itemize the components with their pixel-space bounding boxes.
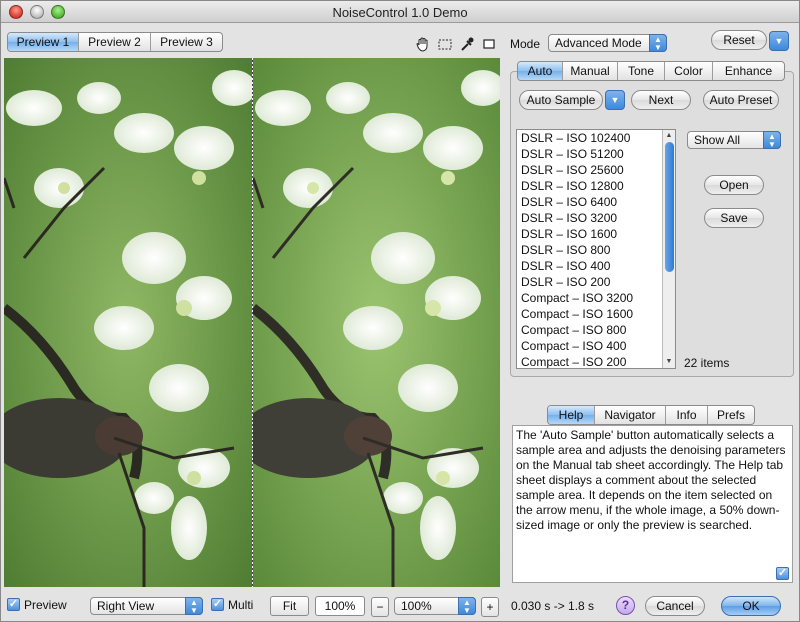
help-text: The 'Auto Sample' button automatically s… xyxy=(516,428,786,532)
fit-button[interactable]: Fit xyxy=(270,596,309,616)
tab-manual[interactable]: Manual xyxy=(563,62,618,80)
reset-button[interactable]: Reset xyxy=(711,30,767,50)
open-button[interactable]: Open xyxy=(704,175,764,195)
list-item[interactable]: Compact – ISO 400 xyxy=(517,338,675,354)
filter-select[interactable]: Show All ▲ ▼ xyxy=(687,131,781,149)
ok-button[interactable]: OK xyxy=(721,596,781,616)
list-item[interactable]: DSLR – ISO 51200 xyxy=(517,146,675,162)
list-item[interactable]: DSLR – ISO 200 xyxy=(517,274,675,290)
popup-arrows-icon: ▲ ▼ xyxy=(763,131,781,149)
compare-frame-icon[interactable] xyxy=(481,36,497,52)
preview-original-image xyxy=(4,58,252,587)
view-select-value: Right View xyxy=(97,599,155,613)
tab-info[interactable]: Info xyxy=(666,406,708,424)
auto-sample-button[interactable]: Auto Sample xyxy=(519,90,603,110)
eyedropper-icon[interactable] xyxy=(459,36,475,52)
marquee-select-icon[interactable] xyxy=(437,36,453,52)
list-item[interactable]: DSLR – ISO 12800 xyxy=(517,178,675,194)
view-select[interactable]: Right View ▲ ▼ xyxy=(90,597,203,615)
popup-arrows-icon: ▲ ▼ xyxy=(458,597,476,615)
help-question-icon[interactable]: ? xyxy=(616,596,635,615)
zoom-in-button[interactable]: + xyxy=(481,597,499,617)
preview-tabs: Preview 1 Preview 2 Preview 3 xyxy=(7,32,223,52)
mode-label: Mode xyxy=(510,37,541,51)
scroll-up-icon[interactable]: ▲ xyxy=(663,130,675,142)
tab-prefs[interactable]: Prefs xyxy=(708,406,754,424)
split-divider[interactable] xyxy=(252,58,253,587)
popup-arrows-icon: ▲ ▼ xyxy=(185,597,203,615)
zoom-readout: 100% xyxy=(315,596,365,616)
zoom-select[interactable]: 100% ▲ ▼ xyxy=(394,597,476,615)
item-count: 22 items xyxy=(684,356,730,370)
preview-checkbox[interactable]: ✓ xyxy=(7,598,20,611)
tab-preview-3[interactable]: Preview 3 xyxy=(151,33,222,51)
list-item[interactable]: DSLR – ISO 3200 xyxy=(517,210,675,226)
list-item[interactable]: Compact – ISO 1600 xyxy=(517,306,675,322)
app-window: NoiseControl 1.0 Demo Preview 1 Preview … xyxy=(0,0,800,622)
tab-preview-2[interactable]: Preview 2 xyxy=(79,33,151,51)
zoom-out-button[interactable]: − xyxy=(371,597,389,617)
multi-checkbox-label: Multi xyxy=(228,598,254,612)
preview-checkbox-label: Preview xyxy=(24,598,67,612)
cancel-button[interactable]: Cancel xyxy=(645,596,705,616)
popup-arrows-icon: ▲ ▼ xyxy=(649,34,667,52)
list-item[interactable]: DSLR – ISO 6400 xyxy=(517,194,675,210)
list-scrollbar[interactable]: ▲ ▼ xyxy=(662,130,675,368)
list-item[interactable]: DSLR – ISO 1600 xyxy=(517,226,675,242)
list-item[interactable]: Compact – ISO 200 xyxy=(517,354,675,368)
tab-enhance[interactable]: Enhance xyxy=(713,62,784,80)
list-item[interactable]: Compact – ISO 3200 xyxy=(517,290,675,306)
list-item[interactable]: DSLR – ISO 25600 xyxy=(517,162,675,178)
info-tabs: Help Navigator Info Prefs xyxy=(547,405,755,425)
preset-list[interactable]: DSLR – ISO 102400 DSLR – ISO 51200 DSLR … xyxy=(516,129,676,369)
list-item[interactable]: Compact – ISO 800 xyxy=(517,322,675,338)
list-item[interactable]: DSLR – ISO 400 xyxy=(517,258,675,274)
tab-help[interactable]: Help xyxy=(548,406,595,424)
tab-color[interactable]: Color xyxy=(665,62,713,80)
reset-menu-arrow-icon[interactable]: ▼ xyxy=(769,31,789,51)
tab-tone[interactable]: Tone xyxy=(618,62,665,80)
list-item[interactable]: DSLR – ISO 102400 xyxy=(517,130,675,146)
scroll-down-icon[interactable]: ▼ xyxy=(663,356,675,368)
multi-checkbox[interactable]: ✓ xyxy=(211,598,224,611)
timing-readout: 0.030 s -> 1.8 s xyxy=(511,599,595,613)
zoom-select-value: 100% xyxy=(401,599,432,613)
hand-tool-icon[interactable] xyxy=(415,36,431,52)
tab-preview-1[interactable]: Preview 1 xyxy=(8,33,79,51)
tab-navigator[interactable]: Navigator xyxy=(595,406,666,424)
help-text-area: The 'Auto Sample' button automatically s… xyxy=(512,425,793,583)
next-button[interactable]: Next xyxy=(631,90,691,110)
tab-auto[interactable]: Auto xyxy=(518,62,563,80)
save-button[interactable]: Save xyxy=(704,208,764,228)
adjust-tabs: Auto Manual Tone Color Enhance xyxy=(517,61,785,81)
list-item[interactable]: DSLR – ISO 800 xyxy=(517,242,675,258)
mode-select-value: Advanced Mode xyxy=(555,36,642,50)
help-checkbox[interactable]: ✓ xyxy=(776,567,789,580)
preview-area[interactable] xyxy=(4,58,500,587)
window-title: NoiseControl 1.0 Demo xyxy=(332,5,468,20)
filter-select-value: Show All xyxy=(694,133,741,147)
mode-select[interactable]: Advanced Mode ▲ ▼ xyxy=(548,34,667,52)
preview-denoised-image xyxy=(253,58,500,587)
auto-sample-menu-arrow-icon[interactable]: ▼ xyxy=(605,90,625,110)
auto-preset-button[interactable]: Auto Preset xyxy=(703,90,779,110)
scroll-thumb[interactable] xyxy=(665,142,674,272)
title-bar: NoiseControl 1.0 Demo xyxy=(1,1,799,23)
